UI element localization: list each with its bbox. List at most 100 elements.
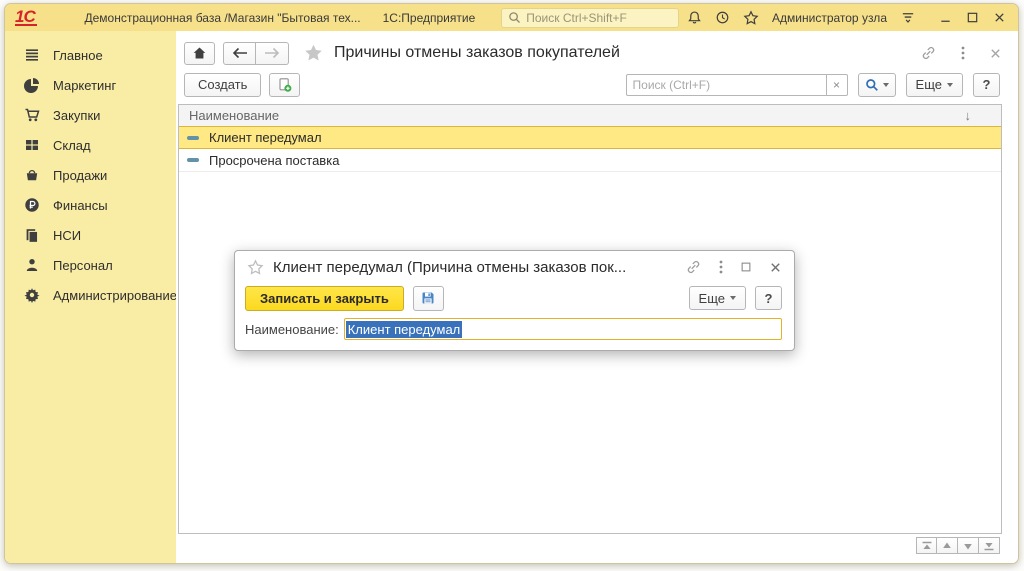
sidebar-item-finance[interactable]: Финансы (5, 190, 176, 220)
person-icon (24, 257, 40, 273)
scroll-to-bottom-button[interactable] (979, 537, 1000, 554)
table-row[interactable]: Просрочена поставка (179, 149, 1001, 172)
more-actions-label: Еще (916, 77, 942, 92)
sidebar-item-administration[interactable]: Администрирование (5, 280, 176, 310)
more-dots-icon[interactable] (961, 45, 965, 61)
minimize-icon[interactable] (939, 11, 952, 24)
sidebar-item-sales[interactable]: Продажи (5, 160, 176, 190)
create-button[interactable]: Создать (184, 73, 261, 97)
save-and-close-button[interactable]: Записать и закрыть (245, 286, 404, 311)
sidebar-item-marketing[interactable]: Маркетинг (5, 70, 176, 100)
sidebar-item-label: Склад (53, 138, 91, 153)
add-favorite-star-icon[interactable] (303, 43, 324, 63)
basket-icon (24, 167, 40, 183)
sidebar-item-label: Финансы (53, 198, 108, 213)
scroll-to-top-button[interactable] (916, 537, 937, 554)
favorites-star-icon[interactable] (743, 10, 759, 26)
dialog-title-bar: Клиент передумал (Причина отмены заказов… (235, 251, 794, 281)
sidebar-item-label: НСИ (53, 228, 81, 243)
item-marker-icon (187, 158, 199, 162)
dialog-title-icons (685, 259, 782, 275)
current-user[interactable]: Администратор узла (772, 11, 887, 25)
back-button[interactable] (223, 42, 256, 65)
dialog-title: Клиент передумал (Причина отмены заказов… (273, 259, 626, 276)
history-icon[interactable] (715, 10, 730, 25)
item-marker-icon (187, 136, 199, 140)
list-search: × (626, 74, 848, 96)
sidebar-item-label: Маркетинг (53, 78, 116, 93)
window-controls (939, 11, 1006, 24)
sidebar-item-main[interactable]: Главное (5, 40, 176, 70)
maximize-icon[interactable] (966, 11, 979, 24)
sort-descending-icon[interactable]: ↓ (965, 108, 972, 123)
top-bar: 1С Демонстрационная база /Магазин "Бытов… (5, 4, 1018, 31)
database-title: Демонстрационная база /Магазин "Бытовая … (84, 11, 360, 25)
gear-icon (24, 287, 40, 303)
dialog-favorite-star-icon[interactable] (247, 259, 264, 276)
create-by-copy-button[interactable] (269, 73, 300, 97)
selected-text: Клиент передумал (346, 321, 463, 338)
row-label: Клиент передумал (209, 130, 322, 145)
menu-lines-icon (24, 47, 40, 63)
dialog-get-link-icon[interactable] (685, 259, 702, 275)
sidebar-item-label: Администрирование (53, 288, 177, 303)
name-field[interactable]: Клиент передумал (344, 318, 782, 340)
notifications-bell-icon[interactable] (687, 10, 702, 25)
sidebar-item-label: Главное (53, 48, 103, 63)
dialog-more-label: Еще (699, 291, 725, 306)
sidebar-item-personnel[interactable]: Персонал (5, 250, 176, 280)
save-button[interactable] (413, 286, 444, 311)
dialog-maximize-icon[interactable] (740, 261, 752, 273)
list-scroll-buttons (916, 537, 1000, 554)
clear-search-icon[interactable]: × (826, 74, 848, 96)
chevron-down-icon (883, 83, 889, 87)
sidebar-item-warehouse[interactable]: Склад (5, 130, 176, 160)
more-actions-button[interactable]: Еще (906, 73, 963, 97)
home-button[interactable] (184, 42, 215, 65)
search-icon (508, 11, 521, 24)
sidebar-item-purchases[interactable]: Закупки (5, 100, 176, 130)
sections-sidebar: Главное Маркетинг Закупки Склад (5, 31, 176, 563)
table-row[interactable]: Клиент передумал (179, 126, 1001, 149)
grid-icon (24, 137, 40, 153)
ruble-icon (24, 197, 40, 213)
name-field-row: Наименование: Клиент передумал (235, 311, 794, 340)
column-header-name[interactable]: Наименование (189, 108, 279, 123)
list-toolbar-right: × Еще ? (626, 73, 1000, 97)
dialog-help-button[interactable]: ? (755, 286, 782, 310)
service-menu-icon[interactable] (900, 10, 916, 25)
close-form-icon[interactable] (989, 47, 1002, 60)
sidebar-item-label: Персонал (53, 258, 113, 273)
get-link-icon[interactable] (920, 45, 937, 61)
list-search-input[interactable] (626, 74, 826, 96)
chevron-down-icon (947, 83, 953, 87)
navigation-row: Причины отмены заказов покупателей (184, 40, 1002, 66)
scroll-up-button[interactable] (937, 537, 958, 554)
chevron-down-icon (730, 296, 736, 300)
forward-button[interactable] (256, 42, 289, 65)
form-header-icons (920, 45, 1002, 61)
table-header-row[interactable]: Наименование ↓ (179, 105, 1001, 127)
sidebar-item-nsi[interactable]: НСИ (5, 220, 176, 250)
dialog-close-icon[interactable] (769, 261, 782, 274)
sidebar-item-label: Закупки (53, 108, 100, 123)
search-options-button[interactable] (858, 73, 896, 97)
history-nav-group (223, 42, 289, 65)
global-search-input[interactable] (526, 11, 672, 25)
books-icon (24, 227, 40, 243)
screen: 1С Демонстрационная база /Магазин "Бытов… (0, 0, 1024, 571)
global-search[interactable] (501, 8, 679, 28)
dialog-more-dots-icon[interactable] (719, 259, 723, 275)
close-window-icon[interactable] (993, 11, 1006, 24)
item-edit-dialog: Клиент передумал (Причина отмены заказов… (234, 250, 795, 351)
name-field-label: Наименование: (245, 322, 339, 337)
row-label: Просрочена поставка (209, 153, 339, 168)
dialog-more-button[interactable]: Еще (689, 286, 746, 310)
main-menu-icon[interactable] (53, 11, 65, 25)
list-toolbar: Создать × Еще (184, 72, 1000, 97)
scroll-down-button[interactable] (958, 537, 979, 554)
pie-chart-icon (24, 77, 40, 93)
help-button[interactable]: ? (973, 73, 1000, 97)
dialog-toolbar-right: Еще ? (680, 286, 782, 310)
cart-icon (24, 107, 40, 123)
